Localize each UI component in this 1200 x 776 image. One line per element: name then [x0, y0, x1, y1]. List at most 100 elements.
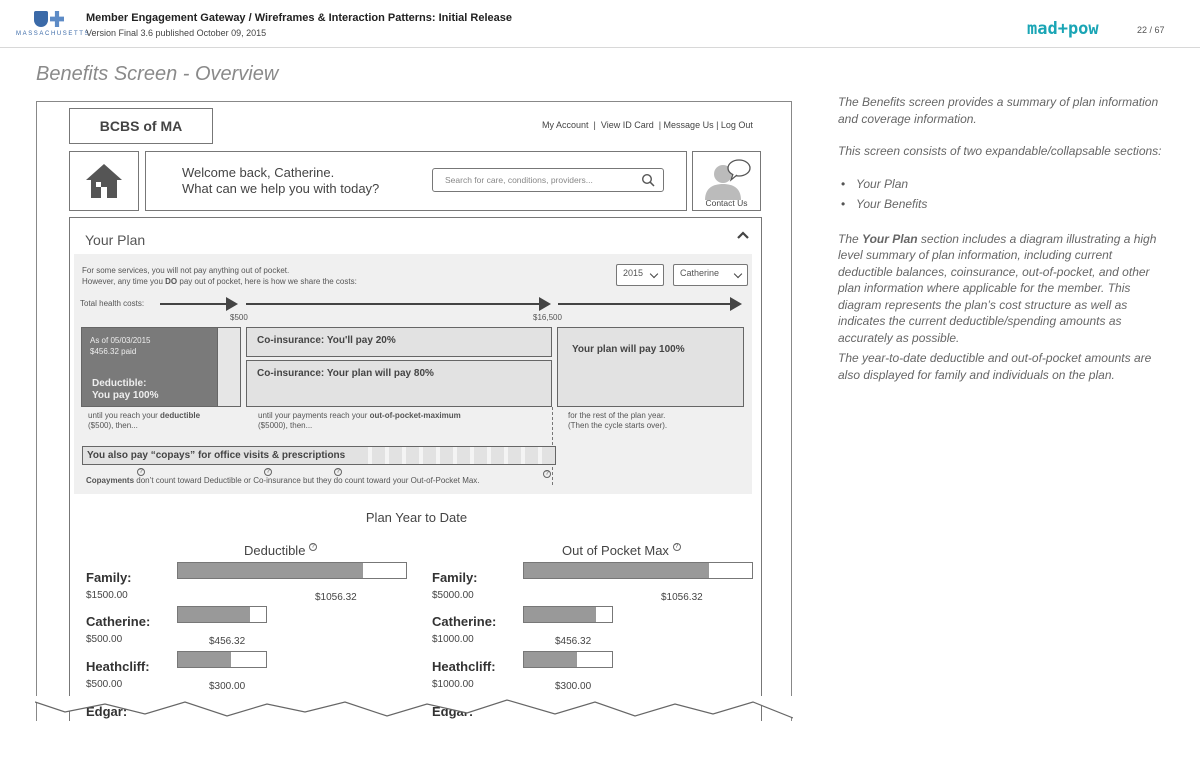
ytd-progress-fill [524, 563, 709, 578]
note-paragraph: The year-to-date deductible and out-of-p… [838, 351, 1152, 382]
torn-edge [35, 696, 793, 719]
note-text: section includes a diagram illustrating … [838, 231, 1157, 345]
coinsurance-plan-block: Co-insurance: Your plan will pay 80% [246, 360, 552, 407]
note-bold: Your Plan [862, 231, 918, 246]
ytd-member-name: Catherine: [432, 614, 497, 629]
madpow-logo: mad+pow [1027, 19, 1099, 39]
note-text: until you reach your [88, 411, 161, 420]
copay-note: Copayments don’t count toward Deductible… [86, 476, 480, 485]
search-input[interactable]: Search for care, conditions, providers..… [432, 168, 664, 192]
note-bold: deductible [160, 411, 201, 420]
ytd-member-name: Family: [86, 570, 132, 585]
contact-us-label: Contact Us [705, 198, 748, 208]
ytd-progress-fill [178, 652, 231, 667]
help-icon[interactable]: ? [309, 543, 318, 551]
total-health-costs-label: Total health costs: [80, 299, 145, 308]
ytd-total: $1000.00 [432, 634, 474, 645]
ytd-spent: $456.32 [555, 636, 592, 647]
help-icon[interactable]: ? [334, 468, 342, 476]
copays-bar: You also pay “copays” for office visits … [82, 446, 556, 465]
brand-logo-box[interactable]: BCBS of MA [69, 108, 213, 144]
ytd-member-name: Heathcliff: [432, 659, 496, 674]
ytd-member-name: Family: [432, 570, 478, 585]
your-plan-title[interactable]: Your Plan [85, 232, 145, 248]
top-nav-links[interactable]: My Account | View ID Card | Message Us |… [542, 120, 753, 130]
ytd-progress-fill [178, 607, 251, 622]
note-text: until your payments reach your [258, 411, 370, 420]
home-button[interactable] [69, 151, 139, 211]
cycle-note: (Then the cycle starts over). [568, 421, 668, 430]
note-bold: Copayments [86, 476, 135, 485]
year-select-value: 2015 [623, 268, 644, 278]
intro-text: However, any time you [82, 277, 166, 286]
welcome-panel: Welcome back, Catherine. What can we hel… [145, 151, 687, 211]
marker-oop: $16,500 [533, 313, 562, 322]
home-icon [86, 164, 122, 198]
note-bold: out-of-pocket-maximum [369, 411, 461, 420]
deductible-heading: Deductible ? [244, 543, 318, 558]
deductible-note: until you reach your deductible [88, 411, 200, 420]
wireframe-frame: BCBS of MA My Account | View ID Card | M… [36, 101, 792, 721]
deductible-block: As of 05/03/2015 $456.32 paid Deductible… [81, 327, 218, 407]
chevron-up-icon[interactable] [736, 230, 750, 240]
ytd-total: $5000.00 [432, 590, 474, 601]
ytd-progress-bar [523, 562, 753, 579]
deductible-paid: $456.32 paid [90, 347, 137, 356]
welcome-question: What can we help you with today? [182, 181, 380, 196]
deductible-as-of: As of 05/03/2015 [90, 336, 151, 345]
oop-heading: Out of Pocket Max ? [562, 543, 681, 558]
brand-name: BCBS of MA [99, 118, 183, 134]
search-icon[interactable] [641, 173, 655, 187]
welcome-greeting: Welcome back, Catherine. [182, 165, 335, 180]
note-list-item: Your Plan [838, 176, 1168, 193]
help-icon[interactable]: ? [137, 468, 145, 476]
plan-pays-all-label: Your plan will pay 100% [572, 344, 685, 355]
help-icon[interactable]: ? [672, 543, 681, 551]
rest-of-year-note: for the rest of the plan year. [568, 411, 666, 420]
deductible-share: You pay 100% [92, 390, 159, 401]
contact-us-button[interactable]: Contact Us [692, 151, 761, 211]
plan-intro-line2: However, any time you DO pay out of pock… [82, 277, 357, 286]
coinsurance-you-block: Co-insurance: You'll pay 20% [246, 327, 552, 357]
cost-arrow-line [558, 303, 740, 305]
ytd-progress-fill [178, 563, 363, 578]
ytd-progress-bar [523, 606, 613, 623]
deductible-note-amount: ($500), then... [88, 421, 138, 430]
annotation-notes: The Benefits screen provides a summary o… [838, 94, 1168, 399]
ytd-progress-fill [524, 607, 597, 622]
deductible-label: Deductible: [92, 378, 147, 389]
note-paragraph: The Your Plan section includes a diagram… [838, 231, 1168, 347]
member-select-value: Catherine [680, 268, 720, 278]
oop-note-amount: ($5000), then... [258, 421, 313, 430]
logo-text: MASSACHUSETTS [16, 31, 91, 37]
plan-intro-line1: For some services, you will not pay anyt… [82, 266, 290, 275]
marker-deductible: $500 [230, 313, 248, 322]
plan-diagram: For some services, you will not pay anyt… [74, 254, 752, 494]
ytd-member-name: Heathcliff: [86, 659, 150, 674]
member-select[interactable]: Catherine [673, 264, 748, 286]
note-text: don’t count toward Deductible or Co-insu… [134, 476, 480, 485]
note-text: The [838, 231, 863, 246]
ytd-member-name: Catherine: [86, 614, 151, 629]
help-icon[interactable]: ? [264, 468, 272, 476]
intro-text: pay out of pocket, here is how we share … [177, 277, 357, 286]
document-title: Member Engagement Gateway / Wireframes &… [86, 12, 512, 24]
ytd-progress-bar [177, 651, 267, 668]
oop-note: until your payments reach your out-of-po… [258, 411, 461, 420]
ytd-progress-bar [523, 651, 613, 668]
ytd-title: Plan Year to Date [365, 510, 468, 525]
plan-pays-all-block: Your plan will pay 100% [557, 327, 744, 407]
note-paragraph: The Benefits screen provides a summary o… [838, 95, 1159, 126]
coinsurance-you-label: Co-insurance: You'll pay 20% [257, 335, 396, 346]
screen-title: Benefits Screen - Overview [36, 63, 279, 85]
help-icon[interactable]: ? [543, 470, 551, 478]
deductible-heading-text: Deductible [244, 543, 306, 558]
document-version: Version Final 3.6 published October 09, … [86, 28, 267, 38]
note-list: Your Plan Your Benefits [838, 176, 1168, 213]
year-select[interactable]: 2015 [616, 264, 664, 286]
person-chat-icon [705, 159, 751, 200]
cross-icon [50, 11, 64, 27]
arrow-icon [539, 297, 551, 311]
note-list-item: Your Benefits [838, 196, 1168, 213]
document-header: MASSACHUSETTS Member Engagement Gateway … [0, 0, 1200, 48]
